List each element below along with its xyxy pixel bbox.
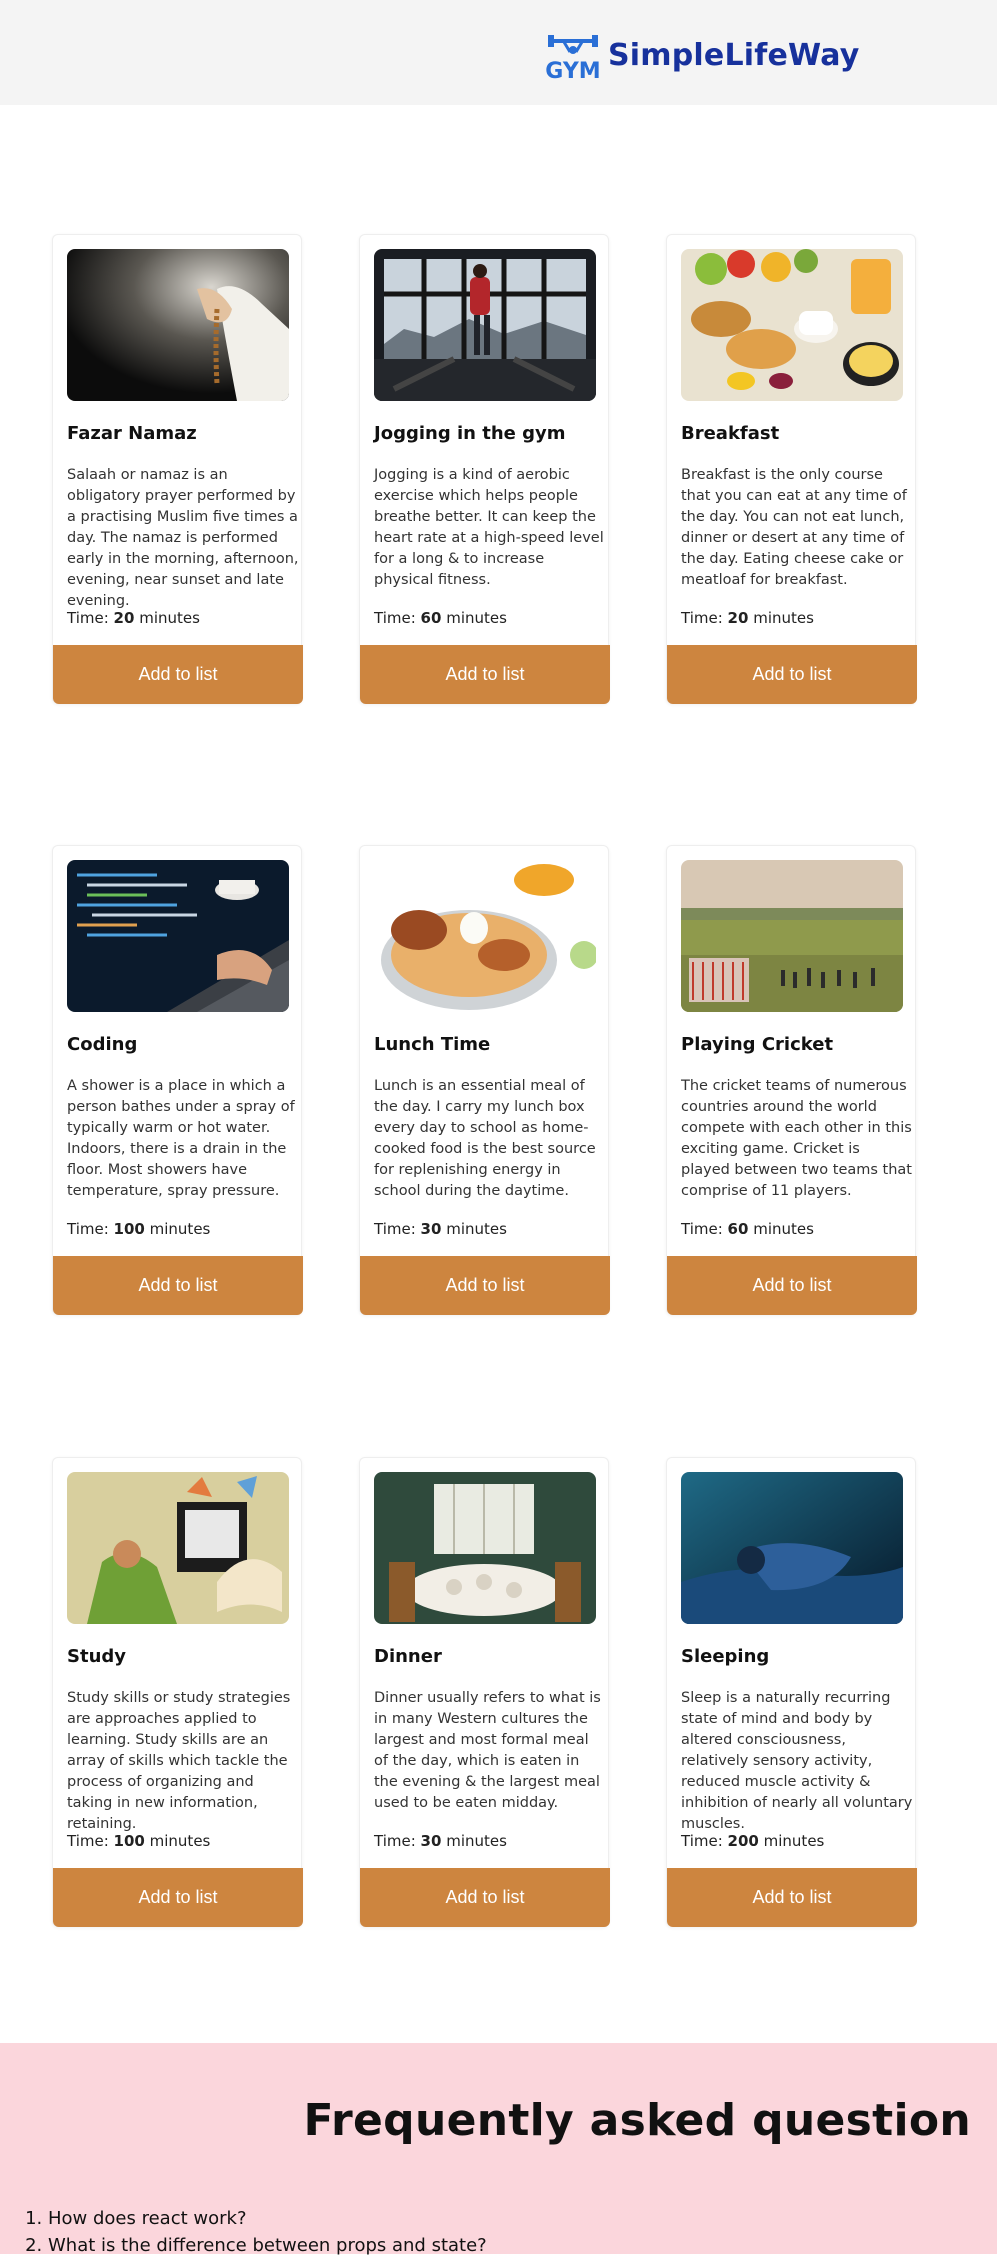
add-to-list-button[interactable]: Add to list [667, 645, 917, 704]
brand-name: SimpleLifeWay [608, 37, 860, 73]
faq-item[interactable]: What is the difference between props and… [48, 2232, 487, 2259]
activity-card-study: Study Study skills or study strategies a… [52, 1457, 303, 1927]
add-to-list-button[interactable]: Add to list [53, 645, 303, 704]
faq-title: Frequently asked question [303, 2095, 971, 2146]
card-title: Fazar Namaz [67, 423, 197, 444]
time-value: 30 [420, 1220, 442, 1238]
biryani-image [374, 860, 596, 1012]
add-to-list-button[interactable]: Add to list [667, 1868, 917, 1927]
activity-card-fazar-namaz: Fazar Namaz Salaah or namaz is an obliga… [52, 234, 303, 704]
card-description: The cricket teams of numerous countries … [681, 1078, 912, 1199]
card-title: Coding [67, 1034, 138, 1055]
card-title: Jogging in the gym [374, 423, 566, 444]
study-desk-image [67, 1472, 289, 1624]
activity-card-playing-cricket: Playing Cricket The cricket teams of num… [666, 845, 917, 1315]
time-value: 100 [113, 1832, 145, 1850]
time-value: 20 [727, 609, 749, 627]
gym-logo-icon: GYM [546, 35, 600, 82]
card-title: Playing Cricket [681, 1034, 834, 1055]
card-description: A shower is a place in which a person ba… [67, 1078, 295, 1199]
card-description: Breakfast is the only course that you ca… [681, 467, 907, 588]
card-time: Time: 100 minutes [67, 1220, 211, 1238]
cricket-field-image [681, 860, 903, 1012]
time-value: 60 [727, 1220, 749, 1238]
site-header: GYM SimpleLifeWay [0, 0, 997, 105]
time-value: 60 [420, 609, 442, 627]
card-time: Time: 20 minutes [681, 609, 814, 627]
card-description: Dinner usually refers to what is in many… [374, 1690, 601, 1811]
card-title: Study [67, 1646, 127, 1667]
card-description: Sleep is a naturally recurring state of … [681, 1690, 913, 1832]
dining-table-image [374, 1472, 596, 1624]
card-time: Time: 100 minutes [67, 1832, 211, 1850]
add-to-list-button[interactable]: Add to list [360, 1256, 610, 1315]
card-time: Time: 30 minutes [374, 1832, 507, 1850]
time-value: 30 [420, 1832, 442, 1850]
add-to-list-button[interactable]: Add to list [360, 1868, 610, 1927]
card-time: Time: 60 minutes [681, 1220, 814, 1238]
faq-section: Frequently asked question How does react… [0, 2043, 997, 2256]
add-to-list-button[interactable]: Add to list [667, 1256, 917, 1315]
add-to-list-button[interactable]: Add to list [53, 1256, 303, 1315]
breakfast-image [681, 249, 903, 401]
activity-card-breakfast: Breakfast Breakfast is the only course t… [666, 234, 917, 704]
card-time: Time: 30 minutes [374, 1220, 507, 1238]
card-time: Time: 200 minutes [681, 1832, 825, 1850]
activity-card-lunch-time: Lunch Time Lunch is an essential meal of… [359, 845, 610, 1315]
card-title: Dinner [374, 1646, 442, 1667]
add-to-list-button[interactable]: Add to list [360, 645, 610, 704]
add-to-list-button[interactable]: Add to list [53, 1868, 303, 1927]
activity-card-dinner: Dinner Dinner usually refers to what is … [359, 1457, 610, 1927]
card-description: Study skills or study strategies are app… [67, 1690, 291, 1832]
card-title: Breakfast [681, 423, 780, 444]
sleeping-person-image [681, 1472, 903, 1624]
time-value: 100 [113, 1220, 145, 1238]
time-value: 20 [113, 609, 135, 627]
activity-card-sleeping: Sleeping Sleep is a naturally recurring … [666, 1457, 917, 1927]
activity-card-coding: Coding A shower is a place in which a pe… [52, 845, 303, 1315]
card-time: Time: 60 minutes [374, 609, 507, 627]
activity-card-jogging: Jogging in the gym Jogging is a kind of … [359, 234, 610, 704]
svg-text:GYM: GYM [546, 59, 600, 82]
card-title: Lunch Time [374, 1034, 491, 1055]
prayer-beads-image [67, 249, 289, 401]
card-description: Salaah or namaz is an obligatory prayer … [67, 467, 299, 609]
card-time: Time: 20 minutes [67, 609, 200, 627]
faq-list: How does react work? What is the differe… [48, 2205, 487, 2259]
treadmill-image [374, 249, 596, 401]
card-title: Sleeping [681, 1646, 770, 1667]
faq-item[interactable]: How does react work? [48, 2205, 487, 2232]
laptop-code-image [67, 860, 289, 1012]
brand-logo[interactable]: GYM SimpleLifeWay [546, 28, 860, 82]
time-value: 200 [727, 1832, 759, 1850]
card-description: Lunch is an essential meal of the day. I… [374, 1078, 596, 1199]
card-description: Jogging is a kind of aerobic exercise wh… [374, 467, 604, 588]
